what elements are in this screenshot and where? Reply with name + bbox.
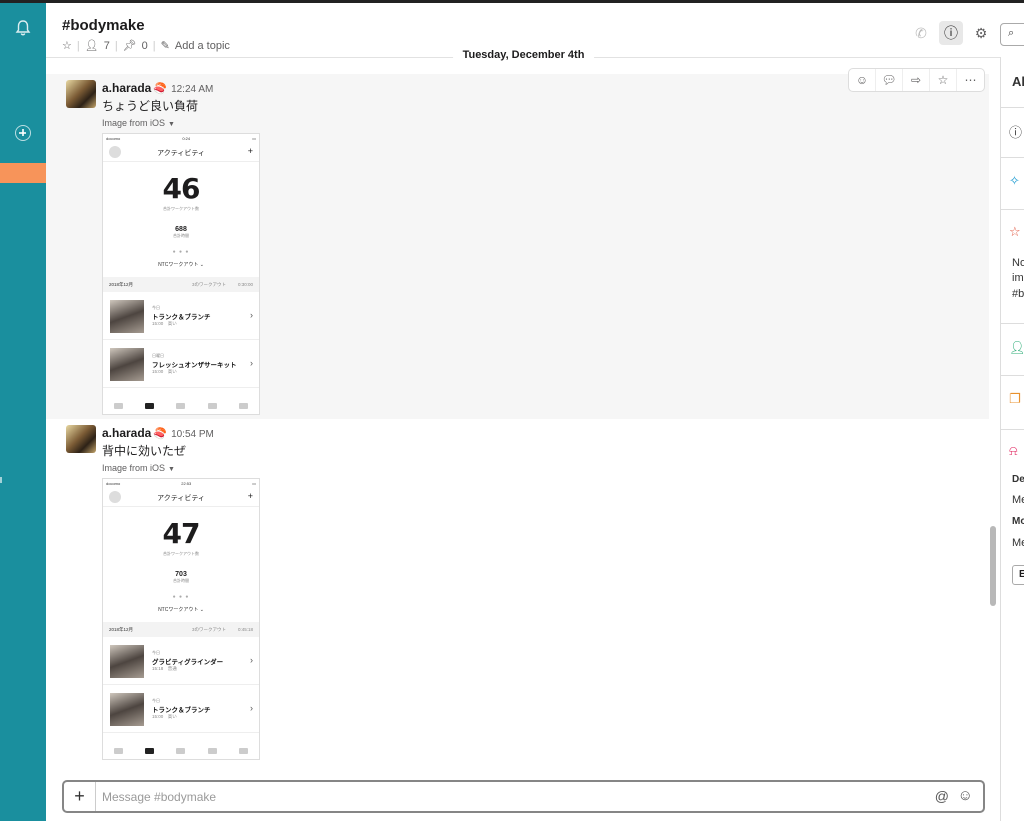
header-actions: ✆ ⓘ ⚙ bbox=[909, 21, 993, 45]
avatar[interactable] bbox=[66, 80, 96, 108]
edit-button[interactable]: E bbox=[1012, 565, 1024, 585]
phone-icon[interactable]: ✆ bbox=[909, 21, 933, 45]
workout-count: 46 bbox=[162, 172, 201, 205]
battery-icon: ▭ bbox=[252, 135, 256, 141]
details-panel: Al ⓘ ✧ ☆ No im #b 👤︎ ❐ ⍾ De Me Mo Me E bbox=[1000, 57, 1024, 821]
caret-down-icon: ▼ bbox=[168, 121, 175, 128]
attachment-label[interactable]: Image from iOS ▼ bbox=[102, 463, 175, 473]
status-emoji-icon: 🍣 bbox=[153, 83, 168, 95]
scrollbar[interactable] bbox=[990, 526, 996, 606]
phone-month-row: 2018年12月 3のワークアウト 0:30:00 bbox=[103, 277, 259, 292]
share-icon[interactable]: ⇨ bbox=[903, 69, 930, 91]
message-input[interactable] bbox=[102, 787, 882, 807]
username[interactable]: a.harada bbox=[102, 426, 151, 440]
channel-title[interactable]: #bodymake bbox=[62, 17, 145, 34]
phone-tab-bar bbox=[103, 743, 259, 759]
search-input[interactable]: ⌕ bbox=[1000, 23, 1024, 46]
chevron-down-icon: ⌄ bbox=[199, 262, 204, 268]
list-item: 今日 グラビティグラインダー 15:18 普通 › bbox=[103, 637, 259, 685]
workout-count: 47 bbox=[162, 517, 201, 550]
bell-icon[interactable] bbox=[14, 19, 32, 37]
phone-tab-bar bbox=[103, 398, 259, 414]
member-icon[interactable]: 👤︎ bbox=[1009, 340, 1024, 356]
gear-icon[interactable]: ⚙ bbox=[969, 21, 993, 45]
timestamp[interactable]: 10:54 PM bbox=[171, 429, 214, 440]
message-text: 背中に効いたぜ bbox=[102, 444, 187, 458]
list-item: 日曜日 フレッシュオンザサーキット 15:00 高い › bbox=[103, 340, 259, 388]
reply-thread-icon[interactable]: 💬︎ bbox=[876, 69, 903, 91]
active-channel-indicator[interactable] bbox=[0, 163, 46, 183]
panel-title: Al bbox=[1012, 74, 1024, 89]
message-sender: a.harada 🍣 12:24 AM bbox=[102, 81, 213, 95]
mention-icon[interactable]: @ bbox=[935, 788, 949, 804]
more-actions-icon[interactable]: ⋯ bbox=[957, 69, 984, 91]
pin-icon[interactable]: ☆ bbox=[1009, 224, 1021, 240]
add-workspace-icon[interactable] bbox=[15, 125, 31, 141]
attachment-label[interactable]: Image from iOS ▼ bbox=[102, 118, 175, 128]
emoji-icon[interactable]: ☺ bbox=[958, 787, 973, 804]
workout-thumbnail bbox=[110, 300, 144, 333]
add-reaction-icon[interactable]: ☺ bbox=[849, 69, 876, 91]
star-message-icon[interactable]: ☆ bbox=[930, 69, 957, 91]
message-actions: ☺ 💬︎ ⇨ ☆ ⋯ bbox=[848, 68, 985, 92]
workout-thumbnail bbox=[110, 348, 144, 381]
workspace-rail bbox=[0, 3, 46, 821]
caret-down-icon: ▼ bbox=[168, 466, 175, 473]
status-emoji-icon: 🍣 bbox=[153, 428, 168, 440]
list-item: 今日 トランク＆ブランチ 15:00 高い › bbox=[103, 685, 259, 733]
sparkle-icon[interactable]: ✧ bbox=[1009, 173, 1020, 189]
plus-icon: + bbox=[247, 491, 253, 501]
phone-status-bar: docomo 22:53 ▭ bbox=[106, 480, 256, 486]
attachment-image[interactable]: docomo 0:24 ▭ アクティビティ + 46 合計ワークアウト数 688 合… bbox=[102, 133, 260, 415]
list-item: 今日 トランク＆ブランチ 15:00 高い › bbox=[103, 292, 259, 340]
workout-thumbnail bbox=[110, 693, 144, 726]
message-text: ちょうど良い負荷 bbox=[102, 99, 199, 113]
info-icon[interactable]: ⓘ bbox=[939, 21, 963, 45]
battery-icon: ▭ bbox=[252, 480, 256, 486]
message-composer: + @ ☺ bbox=[62, 780, 985, 813]
page-dots: ● ● ● bbox=[172, 594, 190, 600]
phone-nav-bar: アクティビティ + bbox=[103, 487, 259, 507]
avatar[interactable] bbox=[66, 425, 96, 453]
info-icon[interactable]: ⓘ bbox=[1009, 122, 1022, 141]
timestamp[interactable]: 12:24 AM bbox=[171, 84, 213, 95]
username[interactable]: a.harada bbox=[102, 81, 151, 95]
date-divider-label[interactable]: Tuesday, December 4th bbox=[452, 49, 595, 61]
search-icon: ⌕ bbox=[1008, 27, 1015, 39]
phone-month-row: 2018年12月 3のワークアウト 0:45:18 bbox=[103, 622, 259, 637]
phone-nav-bar: アクティビティ + bbox=[103, 142, 259, 162]
phone-status-bar: docomo 0:24 ▭ bbox=[106, 135, 256, 141]
page-dots: ● ● ● bbox=[172, 249, 190, 255]
attachment-image[interactable]: docomo 22:53 ▭ アクティビティ + 47 合計ワークアウト数 703 … bbox=[102, 478, 260, 760]
rail-marker bbox=[0, 477, 2, 483]
add-attachment-button[interactable]: + bbox=[64, 782, 96, 811]
plus-icon: + bbox=[247, 146, 253, 156]
chevron-right-icon: › bbox=[250, 703, 253, 713]
bell-icon[interactable]: ⍾ bbox=[1009, 443, 1018, 459]
workout-thumbnail bbox=[110, 645, 144, 678]
total-minutes: 688 bbox=[175, 226, 187, 233]
chevron-right-icon: › bbox=[250, 655, 253, 665]
date-divider: Tuesday, December 4th bbox=[46, 48, 1001, 66]
chevron-right-icon: › bbox=[250, 358, 253, 368]
message-sender: a.harada 🍣 10:54 PM bbox=[102, 426, 214, 440]
files-icon[interactable]: ❐ bbox=[1009, 391, 1021, 407]
chevron-right-icon: › bbox=[250, 310, 253, 320]
total-minutes: 703 bbox=[175, 571, 187, 578]
chevron-down-icon: ⌄ bbox=[199, 607, 204, 613]
